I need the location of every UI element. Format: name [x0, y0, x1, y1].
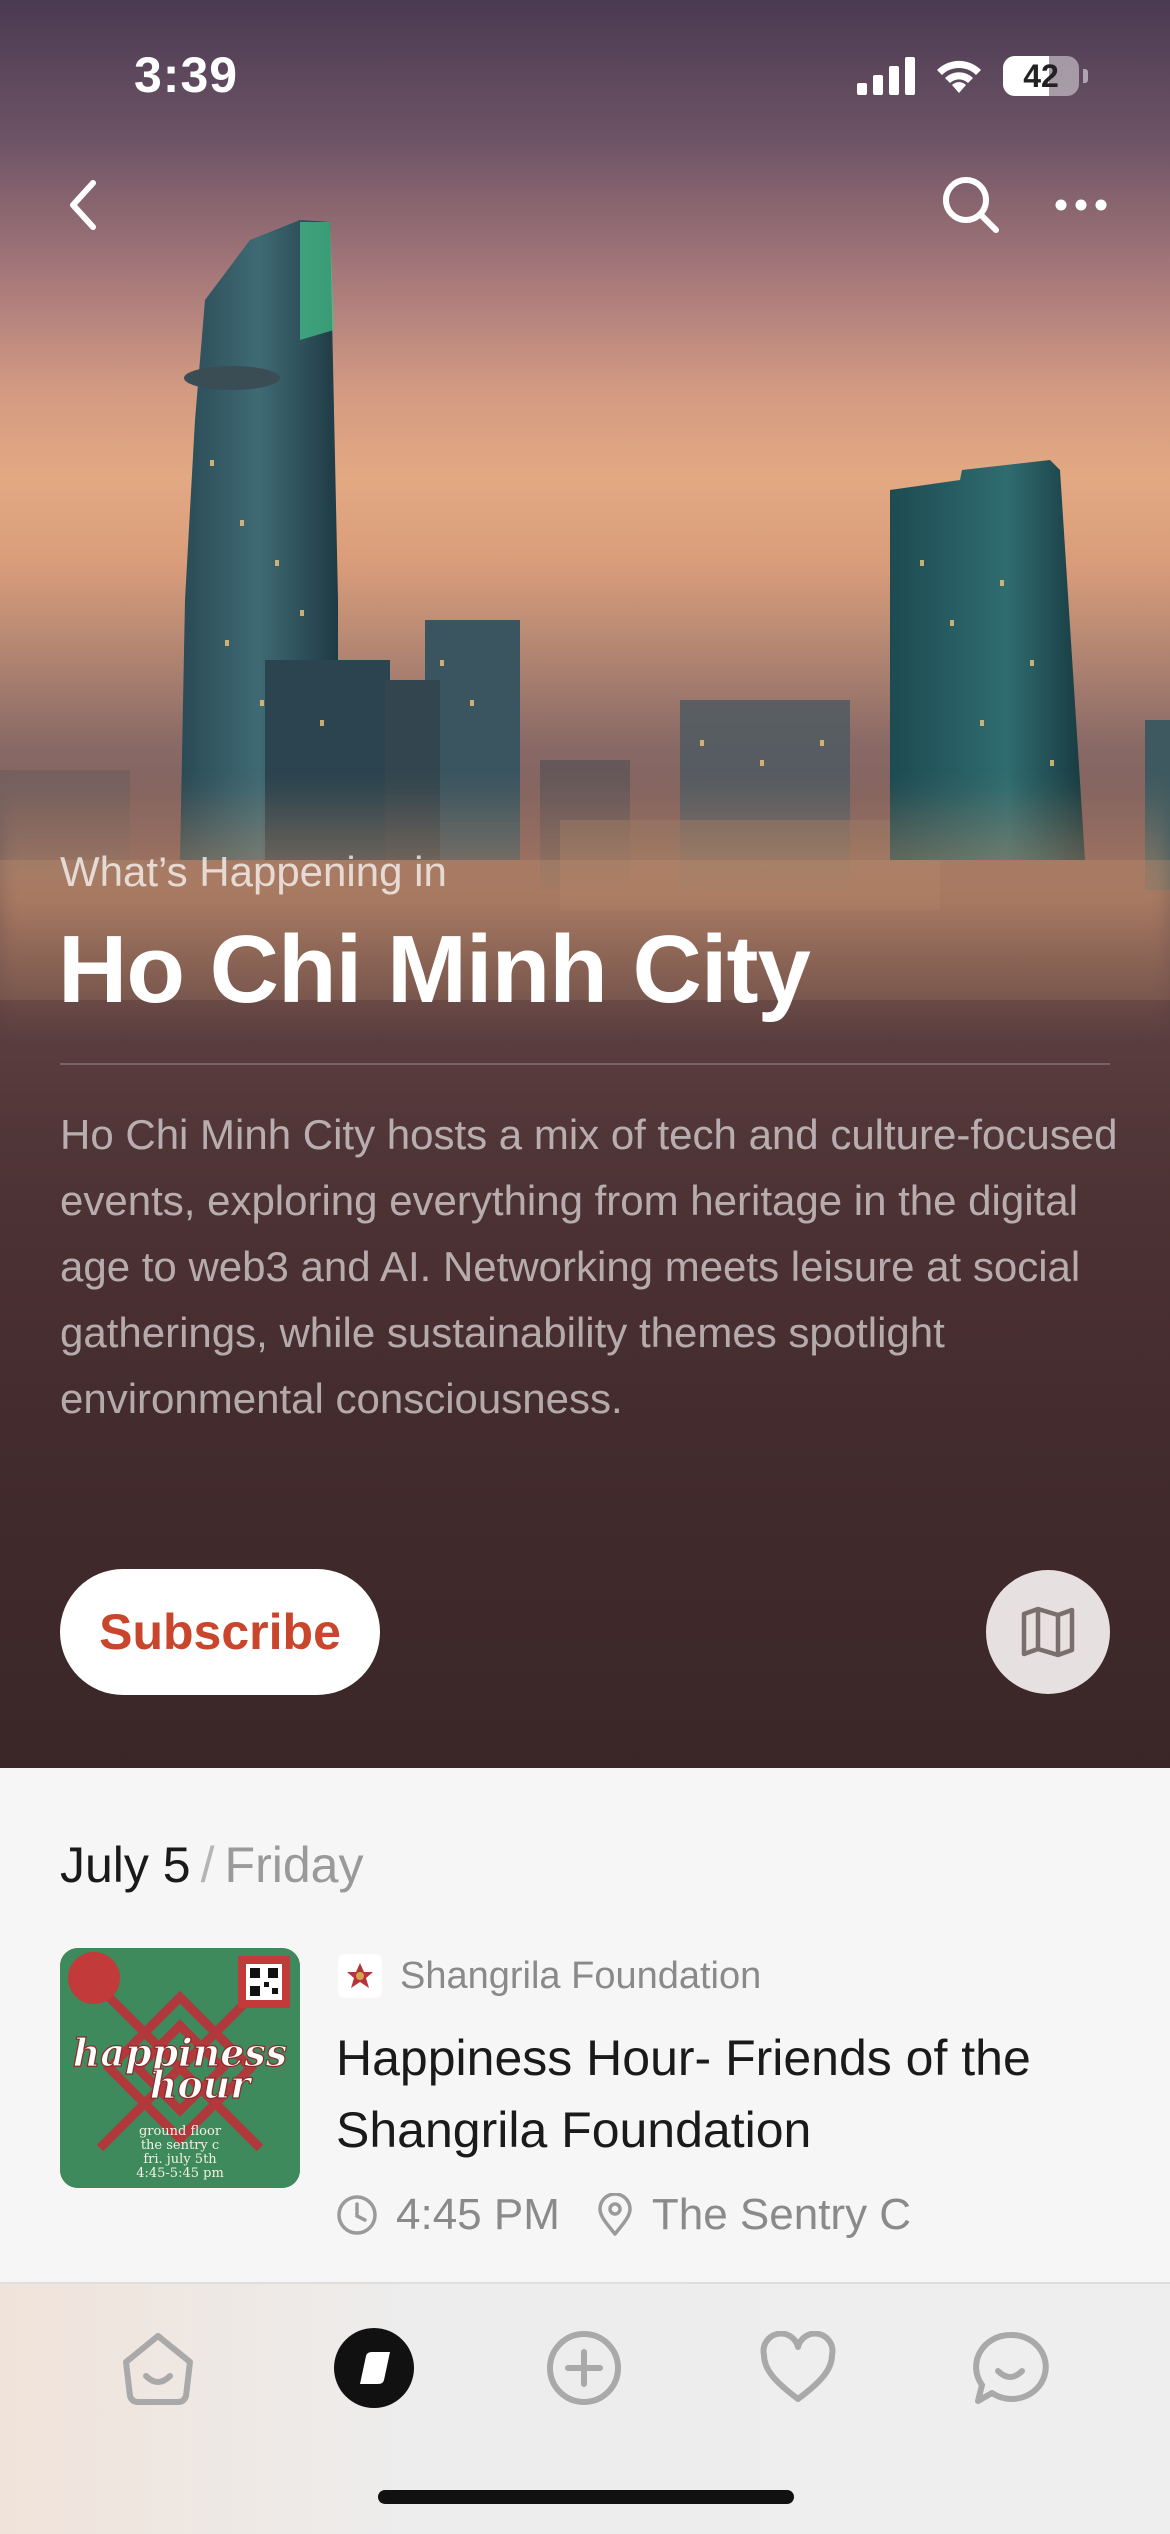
cellular-signal-icon — [857, 57, 915, 95]
poster-line-3: fri. july 5th — [143, 2152, 217, 2167]
favorites-icon — [760, 2331, 836, 2402]
tab-favorites[interactable] — [750, 2320, 846, 2416]
poster-line-2: the sentry c — [141, 2138, 219, 2153]
hero-divider — [60, 1063, 1110, 1065]
date-separator: / — [200, 1837, 215, 1893]
poster-line-1: ground floor — [139, 2124, 222, 2139]
date-heading: July 5/Friday — [60, 1836, 363, 1894]
shangrila-logo-icon — [347, 1963, 373, 1988]
organizer-row[interactable]: Shangrila Foundation — [338, 1954, 761, 1998]
tab-explore[interactable] — [326, 2320, 422, 2416]
poster-line-4: 4:45-5:45 pm — [136, 2166, 224, 2181]
page-title: Ho Chi Minh City — [58, 916, 811, 1023]
tab-chat[interactable] — [962, 2320, 1058, 2416]
hero-eyebrow: What’s Happening in — [60, 848, 447, 895]
status-time: 3:39 — [134, 47, 239, 103]
tab-create[interactable] — [536, 2320, 632, 2416]
status-icons: 42 — [857, 52, 1088, 100]
home-indicator[interactable] — [378, 2490, 794, 2504]
event-poster-image: happiness hour ground floor the sentry c… — [60, 1948, 300, 2188]
clock-icon — [337, 2195, 377, 2235]
weekday-label: Friday — [224, 1837, 364, 1893]
back-button[interactable] — [48, 170, 118, 240]
create-icon — [547, 2331, 621, 2405]
chat-icon — [973, 2331, 1049, 2404]
date-label: July 5 — [60, 1837, 191, 1893]
search-icon — [943, 177, 999, 233]
event-time: 4:45 PM — [396, 2190, 560, 2239]
event-thumbnail[interactable]: happiness hour ground floor the sentry c… — [60, 1948, 300, 2188]
battery-level: 42 — [1023, 57, 1059, 94]
city-description: Ho Chi Minh City hosts a mix of tech and… — [60, 1111, 1118, 1422]
poster-headline-2: hour — [150, 2062, 254, 2107]
event-meta: 4:45 PM The Sentry C — [336, 2190, 947, 2240]
subscribe-button[interactable]: Subscribe — [60, 1569, 380, 1695]
search-button[interactable] — [936, 170, 1006, 240]
wifi-icon — [937, 60, 981, 93]
organizer-name: Shangrila Foundation — [400, 1954, 762, 1997]
organizer-logo — [338, 1954, 382, 1998]
explore-icon — [334, 2328, 414, 2408]
battery-icon: 42 — [1003, 56, 1079, 96]
event-title[interactable]: Happiness Hour- Friends of the Shangrila… — [336, 2022, 1136, 2166]
event-location: The Sentry C — [651, 2190, 912, 2239]
home-icon — [123, 2333, 193, 2405]
map-view-button[interactable] — [986, 1570, 1110, 1694]
map-icon — [1021, 1606, 1075, 1658]
chevron-left-icon — [70, 180, 96, 230]
more-button[interactable] — [1046, 170, 1116, 240]
location-pin-icon — [598, 2193, 632, 2236]
tab-home[interactable] — [110, 2320, 206, 2416]
more-icon — [1055, 199, 1107, 211]
